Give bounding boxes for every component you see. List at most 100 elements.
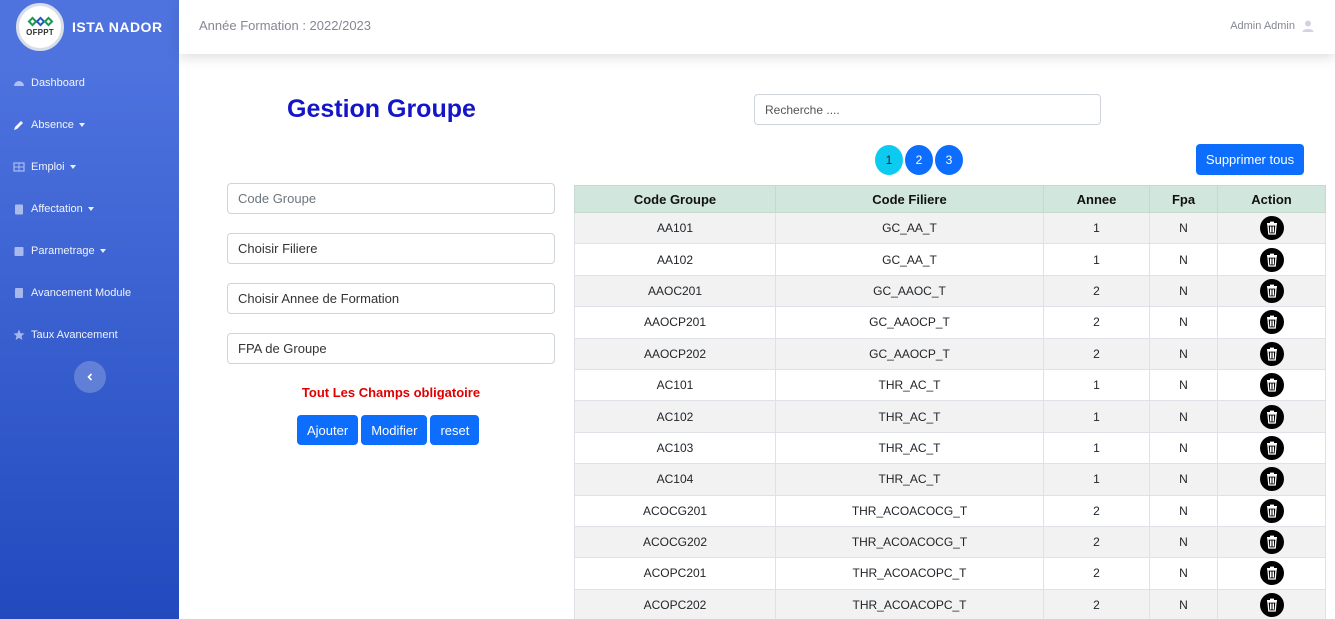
search-input[interactable] (754, 94, 1101, 125)
cell-code-groupe: AC104 (574, 463, 776, 496)
delete-row-button[interactable] (1259, 561, 1284, 586)
sidebar-item-label: Avancement Module (31, 287, 132, 299)
sidebar-item-label: Dashboard (31, 77, 85, 89)
table-row[interactable]: ACOPC201 THR_ACOACOPC_T 2 N (574, 557, 1326, 590)
groups-table: Code Groupe Code Filiere Annee Fpa Actio… (574, 185, 1326, 619)
add-button[interactable]: Ajouter (297, 415, 359, 445)
cell-fpa: N (1149, 588, 1218, 619)
cell-code-groupe: AAOCP202 (574, 337, 776, 370)
cell-annee: 1 (1043, 431, 1150, 465)
table-row[interactable]: AC101 THR_AC_T 1 N (574, 368, 1326, 402)
cell-annee: 1 (1043, 368, 1150, 402)
cell-action (1217, 588, 1326, 619)
column-header-fpa[interactable]: Fpa (1149, 185, 1218, 213)
sidebar-item-parametrage[interactable]: Parametrage (0, 230, 179, 272)
delete-row-button[interactable] (1259, 373, 1284, 398)
column-header-code-filiere[interactable]: Code Filiere (775, 185, 1044, 213)
sidebar-item-dashboard[interactable]: Dashboard (0, 62, 179, 104)
sidebar-item-avancement-module[interactable]: Avancement Module (0, 272, 179, 314)
filiere-select[interactable]: Choisir Filiere (227, 233, 555, 264)
cell-code-filiere: GC_AAOCP_T (775, 337, 1044, 370)
cell-annee: 2 (1043, 306, 1150, 339)
annee-formation-select[interactable]: Choisir Annee de Formation (227, 283, 555, 314)
sidebar-item-affectation[interactable]: Affectation (0, 188, 179, 230)
cell-fpa: N (1149, 525, 1218, 559)
edit-button[interactable]: Modifier (361, 415, 428, 445)
trash-icon (1266, 535, 1277, 549)
delete-row-button[interactable] (1259, 341, 1284, 366)
delete-row-button[interactable] (1259, 435, 1284, 460)
table-header-row: Code Groupe Code Filiere Annee Fpa Actio… (574, 185, 1326, 213)
fpa-select[interactable]: FPA de Groupe (227, 333, 555, 364)
table-row[interactable]: ACOPC202 THR_ACOACOPC_T 2 N (574, 588, 1326, 619)
trash-icon (1266, 567, 1277, 581)
cell-code-groupe: AC101 (574, 368, 776, 402)
sidebar-toggle-button[interactable] (74, 361, 106, 393)
cell-annee: 1 (1043, 243, 1150, 276)
validation-error: Tout Les Champs obligatoire (301, 385, 481, 400)
delete-row-button[interactable] (1259, 467, 1284, 492)
reset-button[interactable]: reset (430, 415, 480, 445)
cell-code-filiere: THR_AC_T (775, 368, 1044, 402)
brand-name: ISTA NADOR (72, 19, 163, 35)
caret-down-icon (87, 207, 94, 211)
delete-row-button[interactable] (1259, 278, 1284, 303)
user-icon[interactable] (1301, 19, 1315, 33)
delete-row-button[interactable] (1259, 592, 1284, 617)
table-row[interactable]: AC104 THR_AC_T 1 N (574, 463, 1326, 496)
trash-icon (1266, 504, 1277, 518)
column-header-annee[interactable]: Annee (1043, 185, 1150, 213)
page-button-2[interactable]: 2 (905, 145, 933, 175)
table-row[interactable]: AAOC201 GC_AAOC_T 2 N (574, 274, 1326, 308)
page-button-1[interactable]: 1 (875, 145, 903, 175)
sidebar-item-taux-avancement[interactable]: Taux Avancement (0, 314, 179, 356)
trash-icon (1266, 472, 1277, 486)
table-row[interactable]: AAOCP202 GC_AAOCP_T 2 N (574, 337, 1326, 370)
cell-action (1217, 211, 1326, 245)
cell-fpa: N (1149, 557, 1218, 590)
code-groupe-input[interactable] (227, 183, 555, 214)
cell-code-groupe: ACOPC201 (574, 557, 776, 590)
cell-code-filiere: GC_AAOC_T (775, 274, 1044, 308)
delete-row-button[interactable] (1259, 216, 1284, 241)
delete-row-button[interactable] (1259, 247, 1284, 272)
cell-fpa: N (1149, 431, 1218, 465)
table-row[interactable]: AC102 THR_AC_T 1 N (574, 400, 1326, 433)
table-row[interactable]: AA102 GC_AA_T 1 N (574, 243, 1326, 276)
trash-icon (1266, 347, 1277, 361)
delete-row-button[interactable] (1259, 310, 1284, 335)
table-row[interactable]: AC103 THR_AC_T 1 N (574, 431, 1326, 465)
cell-annee: 2 (1043, 337, 1150, 370)
trash-icon (1266, 253, 1277, 267)
caret-down-icon (78, 123, 85, 127)
brand[interactable]: OFPPT ISTA NADOR (0, 0, 179, 54)
logo-text: OFPPT (26, 27, 54, 37)
cell-fpa: N (1149, 306, 1218, 339)
delete-row-button[interactable] (1259, 498, 1284, 523)
cell-code-filiere: THR_ACOACOCG_T (775, 525, 1044, 559)
column-header-code-groupe[interactable]: Code Groupe (574, 185, 776, 213)
delete-row-button[interactable] (1259, 530, 1284, 555)
table-row[interactable]: ACOCG201 THR_ACOACOCG_T 2 N (574, 494, 1326, 527)
table-row[interactable]: AAOCP201 GC_AAOCP_T 2 N (574, 306, 1326, 339)
cell-annee: 2 (1043, 494, 1150, 527)
sidebar-item-emploi[interactable]: Emploi (0, 146, 179, 188)
cell-action (1217, 274, 1326, 308)
table-row[interactable]: AA101 GC_AA_T 1 N (574, 211, 1326, 245)
delete-row-button[interactable] (1259, 404, 1284, 429)
trash-icon (1266, 410, 1277, 424)
sidebar-item-label: Absence (31, 119, 74, 131)
cell-code-filiere: GC_AA_T (775, 211, 1044, 245)
cell-code-groupe: ACOCG202 (574, 525, 776, 559)
cell-annee: 1 (1043, 211, 1150, 245)
cell-fpa: N (1149, 337, 1218, 370)
training-year: Année Formation : 2022/2023 (199, 18, 372, 33)
cell-annee: 2 (1043, 274, 1150, 308)
delete-all-button[interactable]: Supprimer tous (1196, 144, 1304, 175)
sidebar: OFPPT ISTA NADOR Dashboard Absence Emplo… (0, 0, 179, 619)
cell-annee: 2 (1043, 557, 1150, 590)
sidebar-item-absence[interactable]: Absence (0, 104, 179, 146)
page-button-3[interactable]: 3 (935, 145, 963, 175)
table-row[interactable]: ACOCG202 THR_ACOACOCG_T 2 N (574, 525, 1326, 559)
user-name[interactable]: Admin Admin (1230, 20, 1295, 32)
